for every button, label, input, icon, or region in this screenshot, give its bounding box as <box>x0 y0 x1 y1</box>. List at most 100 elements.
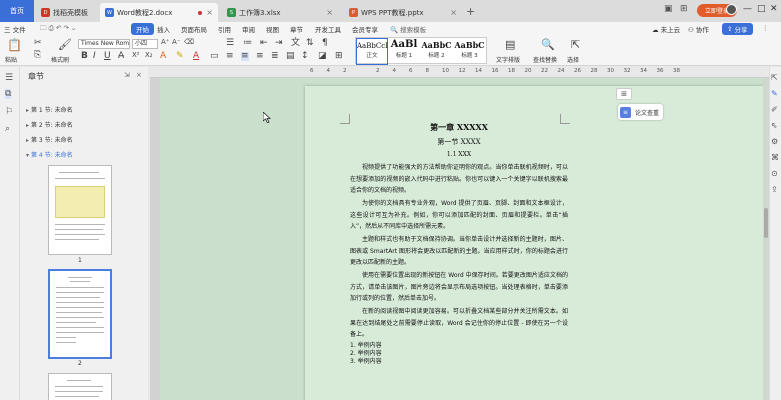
chapter-heading[interactable]: 第一章 XXXXX <box>350 122 568 133</box>
list-item[interactable]: 2. 举例内容 <box>350 350 382 358</box>
bullet-list-icon[interactable]: ☰ <box>226 39 234 48</box>
format-painter-label[interactable]: 格式刷 <box>51 55 69 64</box>
quick-access-icons[interactable]: 🗀 ⎙ ↶ ↷ ⌄ <box>40 24 76 35</box>
font-size-select[interactable]: 小四 <box>132 39 158 49</box>
select-label[interactable]: 选择 <box>567 55 579 64</box>
chinese-layout-icon[interactable]: 文 <box>291 39 300 48</box>
cut-icon[interactable]: ✂ <box>34 39 42 48</box>
search-icon[interactable]: ⌕ <box>5 124 10 134</box>
style-normal[interactable]: AaBbCcI 正文 <box>356 38 388 65</box>
body-paragraph[interactable]: 视频提供了功能强大的方法帮助你证明你的观点。当你单击联机视频时，可以在想要添加的… <box>350 162 568 197</box>
bold-icon[interactable]: B <box>81 52 88 61</box>
close-tab-icon[interactable]: × <box>326 8 333 17</box>
decrease-indent-icon[interactable]: ⇤ <box>260 39 268 48</box>
chapter-item-1[interactable]: ▸ 第 1 节: 未命名 <box>26 105 73 114</box>
style-heading-2[interactable]: AaBbC 标题 2 <box>420 38 453 65</box>
body-paragraph[interactable]: 在新的阅读视图中阅读更加容易。可以折叠文档某些部分并关注所需文本。如果在达到结尾… <box>350 306 568 341</box>
grow-font-icon[interactable]: A⁺ <box>161 39 169 46</box>
text-layout-label[interactable]: 文字排版 <box>496 55 520 64</box>
shrink-font-icon[interactable]: A⁻ <box>172 39 180 46</box>
cloud-sync-status[interactable]: ☁ 未上云 <box>652 24 680 34</box>
menu-review[interactable]: 审阅 <box>242 24 255 34</box>
new-tab-button[interactable]: + <box>466 5 475 18</box>
borders-icon[interactable]: ⊞ <box>335 52 343 61</box>
chapter-item-3[interactable]: ▸ 第 3 节: 未命名 <box>26 135 73 144</box>
body-paragraph[interactable]: 为使你的文档具有专业外观，Word 提供了页眉、页脚、封面和文本框设计，这些设计… <box>350 198 568 233</box>
home-tab[interactable]: 首页 <box>0 0 34 22</box>
font-name-select[interactable]: Times New Roma <box>78 39 130 49</box>
find-replace-label[interactable]: 查找替换 <box>533 55 557 64</box>
numbered-list-icon[interactable]: ≔ <box>243 39 252 48</box>
page-tool-icon[interactable]: ⊞ <box>616 88 632 100</box>
copy-icon[interactable]: ⎘ <box>34 51 41 60</box>
italic-icon[interactable]: I <box>93 52 96 61</box>
file-menu[interactable]: 三 文件 <box>4 24 26 34</box>
text-layout-icon[interactable]: ▤ <box>505 39 515 50</box>
translate-icon[interactable]: ⌘ <box>771 153 779 162</box>
minimize-button[interactable]: — <box>743 4 752 14</box>
essay-check-button[interactable]: ≡ 论文查重 <box>618 104 664 120</box>
tab-word-doc[interactable]: W Word教程2.docx × <box>100 3 218 22</box>
subsection-heading[interactable]: 1.1 XXX <box>350 151 568 158</box>
list-item[interactable]: 3. 举例内容 <box>350 358 382 366</box>
vertical-ruler[interactable] <box>150 78 160 400</box>
show-marks-icon[interactable]: ¶ <box>322 39 328 48</box>
grid-icon[interactable]: ⊞ <box>680 4 688 14</box>
layout-icon[interactable]: ▣ <box>664 4 673 14</box>
subscript-icon[interactable]: X₂ <box>145 52 153 59</box>
style-heading-1[interactable]: AaBl 标题 1 <box>388 38 420 65</box>
align-left-icon[interactable]: ≡ <box>226 52 234 61</box>
horizontal-ruler[interactable]: 6 4 2 2 4 6 8 10 12 14 16 18 20 22 24 26 28 30 32 34 36 38 <box>150 67 781 78</box>
close-window-button[interactable]: ✕ <box>770 4 778 14</box>
highlight-icon[interactable]: ✎ <box>176 52 184 61</box>
share-icon[interactable]: ⇪ <box>771 185 778 194</box>
char-border-icon[interactable]: ▭ <box>210 52 219 61</box>
menu-section[interactable]: 章节 <box>290 24 303 34</box>
section-heading[interactable]: 第一节 XXXX <box>350 137 568 147</box>
page-thumbnail-1[interactable] <box>48 165 112 255</box>
underline-icon[interactable]: U <box>104 52 111 61</box>
collab-button[interactable]: ⚇ 协作 <box>688 24 709 34</box>
justify-icon[interactable]: ≣ <box>271 52 279 61</box>
chapter-item-2[interactable]: ▸ 第 2 节: 未命名 <box>26 120 73 129</box>
close-tab-icon[interactable]: × <box>450 8 457 17</box>
chapter-nav-icon[interactable]: ⧉ <box>5 89 12 99</box>
restore-button[interactable]: □ <box>757 4 766 14</box>
shading-icon[interactable]: ◪ <box>318 52 327 61</box>
select-cursor-icon[interactable]: ⇱ <box>571 39 580 50</box>
menu-member[interactable]: 会员专享 <box>352 24 378 34</box>
increase-indent-icon[interactable]: ⇥ <box>275 39 283 48</box>
scroll-thumb[interactable] <box>764 208 768 238</box>
strikethrough-icon[interactable]: A̶ <box>118 52 124 61</box>
tab-spreadsheet[interactable]: S 工作簿3.xlsx × <box>222 3 338 22</box>
menu-references[interactable]: 引用 <box>218 24 231 34</box>
tab-template[interactable]: D 找稻壳模板 <box>36 3 100 22</box>
distributed-icon[interactable]: ▤ <box>286 52 295 61</box>
style-brush-icon[interactable]: ✐ <box>771 105 778 114</box>
pointer-icon[interactable]: ⇖ <box>771 121 778 130</box>
page-thumbnail-3[interactable] <box>48 373 112 400</box>
search-icon[interactable]: 🔍 <box>541 39 555 50</box>
search-templates[interactable]: 🔍 搜索模板 <box>390 24 426 34</box>
text-effect-icon[interactable]: A <box>160 52 166 61</box>
bookmark-icon[interactable]: ⚐ <box>5 107 13 117</box>
paste-label[interactable]: 粘贴 <box>5 55 17 64</box>
pen-icon[interactable]: ✎ <box>771 89 778 98</box>
menu-home[interactable]: 开始 <box>131 23 154 35</box>
body-paragraph[interactable]: 使用在需要位置出现的新按钮在 Word 中保存时间。若要更改图片适应文档的方式，… <box>350 270 568 305</box>
paste-icon[interactable]: 📋 <box>7 39 22 51</box>
avatar[interactable] <box>726 4 737 15</box>
pin-icon[interactable]: ⇲ <box>124 71 130 79</box>
line-spacing-icon[interactable]: ↕ <box>301 52 309 61</box>
props-icon[interactable]: ⚙ <box>771 137 778 146</box>
body-paragraph[interactable]: 主题和样式也有助于文档保持协调。当你单击设计并选择新的主题时，图片、图表或 Sm… <box>350 234 568 269</box>
expand-icon[interactable]: ⇱ <box>771 73 778 82</box>
format-painter-icon[interactable]: 🖌 <box>58 39 72 50</box>
clear-format-icon[interactable]: ⌫ <box>184 39 194 46</box>
list-item[interactable]: 1. 举例内容 <box>350 342 382 350</box>
menu-insert[interactable]: 插入 <box>157 24 170 34</box>
close-pane-icon[interactable]: × <box>136 71 142 79</box>
align-center-icon[interactable]: ≡ <box>241 52 249 61</box>
menu-page-layout[interactable]: 页面布局 <box>181 24 207 34</box>
menu-view[interactable]: 视图 <box>266 24 279 34</box>
